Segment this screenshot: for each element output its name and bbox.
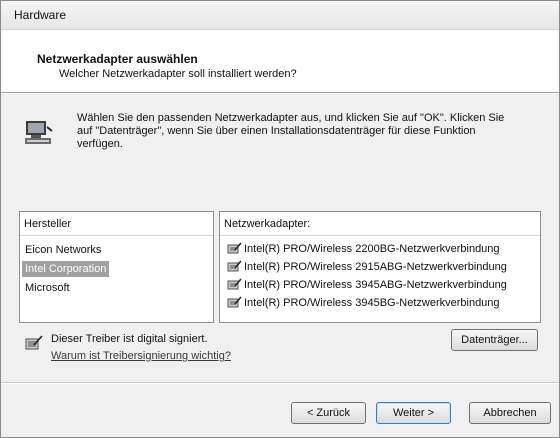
title-bar[interactable]: Hardware (1, 1, 559, 30)
header-divider (1, 93, 559, 94)
signed-driver-icon (227, 260, 242, 272)
adapter-item-label: Intel(R) PRO/Wireless 2200BG-Netzwerkver… (244, 243, 500, 255)
computer-network-icon (23, 119, 53, 147)
footer-divider-highlight (1, 383, 559, 384)
manufacturer-header: Hersteller (24, 218, 72, 230)
adapter-item[interactable]: Intel(R) PRO/Wireless 2200BG-Netzwerkver… (227, 241, 500, 258)
manufacturer-list[interactable]: Hersteller Eicon Networks Intel Corporat… (19, 211, 214, 323)
window-title: Hardware (14, 8, 67, 22)
instructions-line: auf "Datenträger", wenn Sie über einen I… (77, 125, 476, 137)
adapter-item[interactable]: Intel(R) PRO/Wireless 3945ABG-Netzwerkve… (227, 277, 507, 294)
adapter-header: Netzwerkadapter: (224, 218, 311, 230)
signing-info-link[interactable]: Warum ist Treibersignierung wichtig? (51, 350, 231, 362)
adapter-item-label: Intel(R) PRO/Wireless 2915ABG-Netzwerkve… (244, 261, 507, 273)
signature-status: Dieser Treiber ist digital signiert. (51, 333, 208, 345)
signed-driver-icon (25, 335, 43, 354)
manufacturer-item[interactable]: Microsoft (22, 280, 73, 296)
instructions-line: verfügen. (77, 138, 123, 150)
adapter-item[interactable]: Intel(R) PRO/Wireless 2915ABG-Netzwerkve… (227, 259, 507, 276)
cancel-button[interactable]: Abbrechen (469, 402, 551, 424)
adapter-list[interactable]: Netzwerkadapter: Intel(R) PRO/Wireless 2… (219, 211, 541, 323)
manufacturer-item-selected[interactable]: Intel Corporation (22, 261, 110, 277)
manufacturer-item[interactable]: Eicon Networks (22, 242, 104, 258)
column-divider (20, 235, 213, 236)
hardware-dialog: Hardware Netzwerkadapter auswählen Welch… (0, 0, 560, 438)
page-title: Netzwerkadapter auswählen (37, 52, 198, 66)
instructions-line: Wählen Sie den passenden Netzwerkadapter… (77, 112, 505, 124)
back-button[interactable]: < Zurück (291, 402, 366, 424)
signed-driver-icon (227, 242, 242, 254)
adapter-item-label: Intel(R) PRO/Wireless 3945ABG-Netzwerkve… (244, 279, 507, 291)
adapter-item-label: Intel(R) PRO/Wireless 3945BG-Netzwerkver… (244, 297, 500, 309)
instructions-text: Wählen Sie den passenden Netzwerkadapter… (77, 112, 542, 151)
page-subtitle: Welcher Netzwerkadapter soll installiert… (59, 68, 297, 80)
column-divider (220, 235, 540, 236)
signed-driver-icon (227, 296, 242, 308)
adapter-item[interactable]: Intel(R) PRO/Wireless 3945BG-Netzwerkver… (227, 295, 500, 312)
signed-driver-icon (227, 278, 242, 290)
wizard-header: Netzwerkadapter auswählen Welcher Netzwe… (1, 30, 559, 93)
have-disk-button[interactable]: Datenträger... (451, 329, 538, 351)
next-button[interactable]: Weiter > (376, 402, 451, 424)
